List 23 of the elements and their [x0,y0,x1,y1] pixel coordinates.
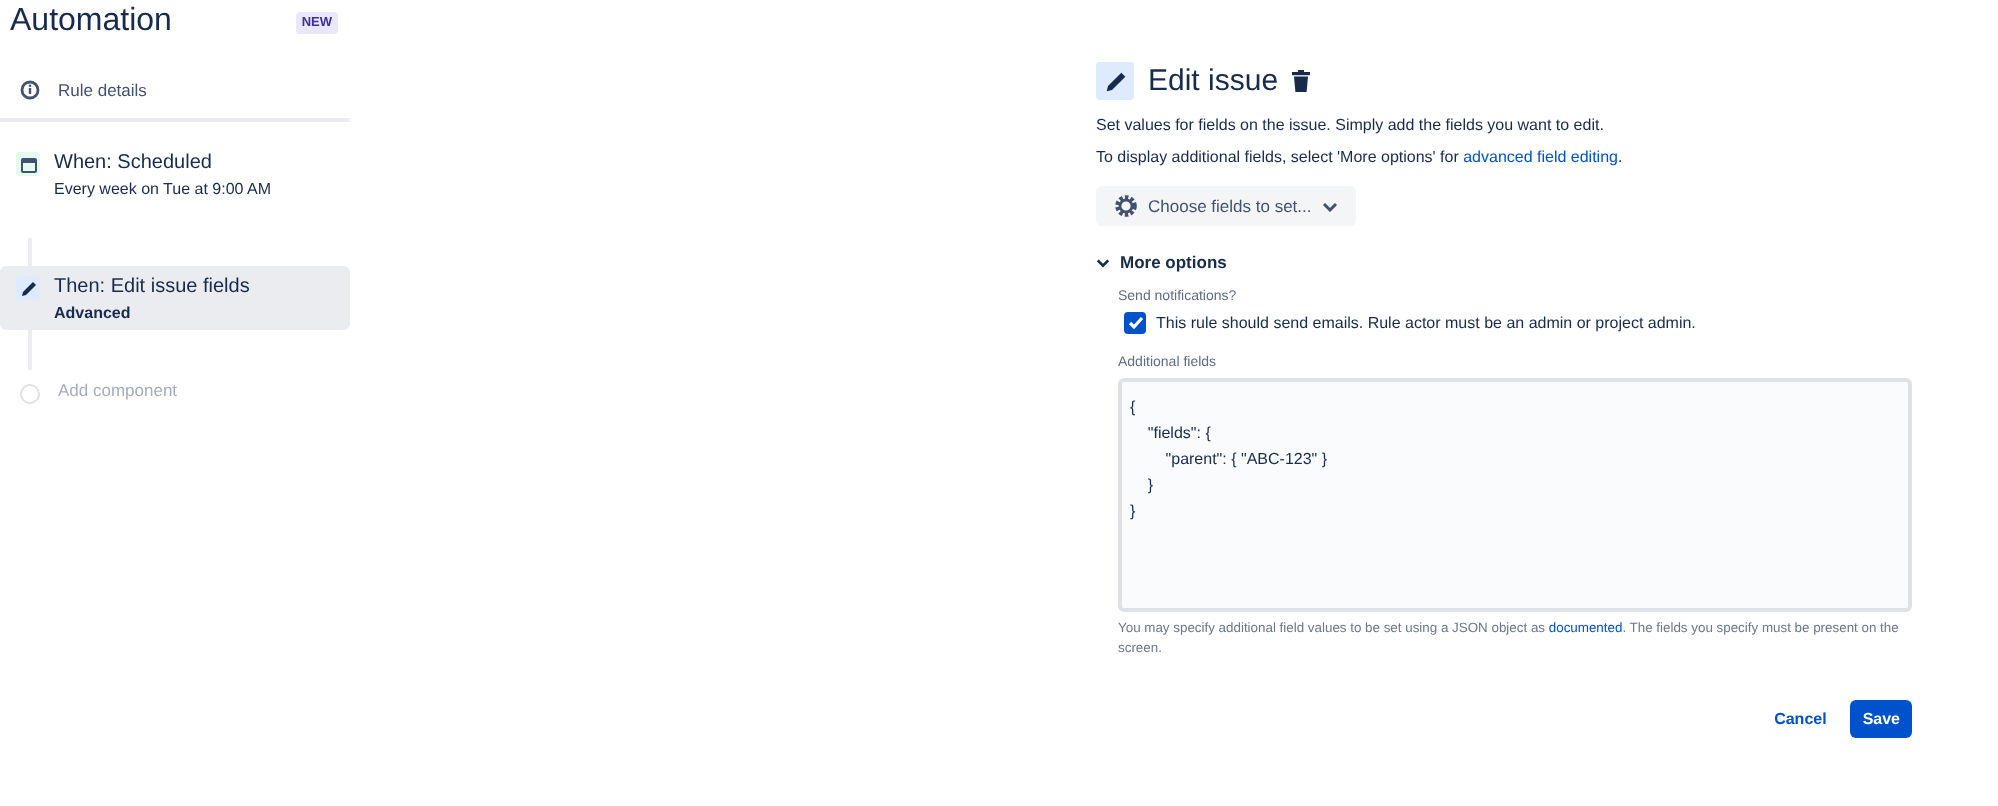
chevron-down-icon [1321,201,1338,211]
gear-icon [1114,194,1138,218]
description-text: Set values for fields on the issue. Simply add the fields you want to edit. [1096,116,1606,134]
more-options-toggle[interactable]: More options [1096,252,1227,272]
trash-icon[interactable] [1292,70,1311,92]
json-input-field[interactable]: { "fields": { "parent": { "ABC-123" } } } [1118,378,1912,612]
advanced-editing-link[interactable]: advanced field editing [1463,148,1618,166]
panel-title: Edit issue [1148,64,1279,98]
checkbox[interactable] [1124,312,1146,334]
choose-fields-button[interactable]: Choose fields to set... [1096,186,1356,226]
empty-circle-icon [20,384,40,404]
hint-text: To display additional fields, select 'More options' for advanced field editing. [1096,148,1625,166]
save-button[interactable]: Save [1850,700,1912,738]
calendar-icon [16,152,40,176]
pencil-icon [16,276,40,300]
pencil-icon [1096,62,1134,100]
cancel-button[interactable]: Cancel [1762,700,1839,738]
rule-step[interactable]: Then: Edit issue fields Advanced [0,266,350,330]
page-title: Automation [10,4,172,40]
info-icon [20,80,40,100]
chevron-icon [1096,257,1110,267]
rule-details-item[interactable]: Rule details [0,80,350,122]
checkbox-label: This rule should send emails. Rule actor must be an admin or project admin. [1156,314,1696,332]
